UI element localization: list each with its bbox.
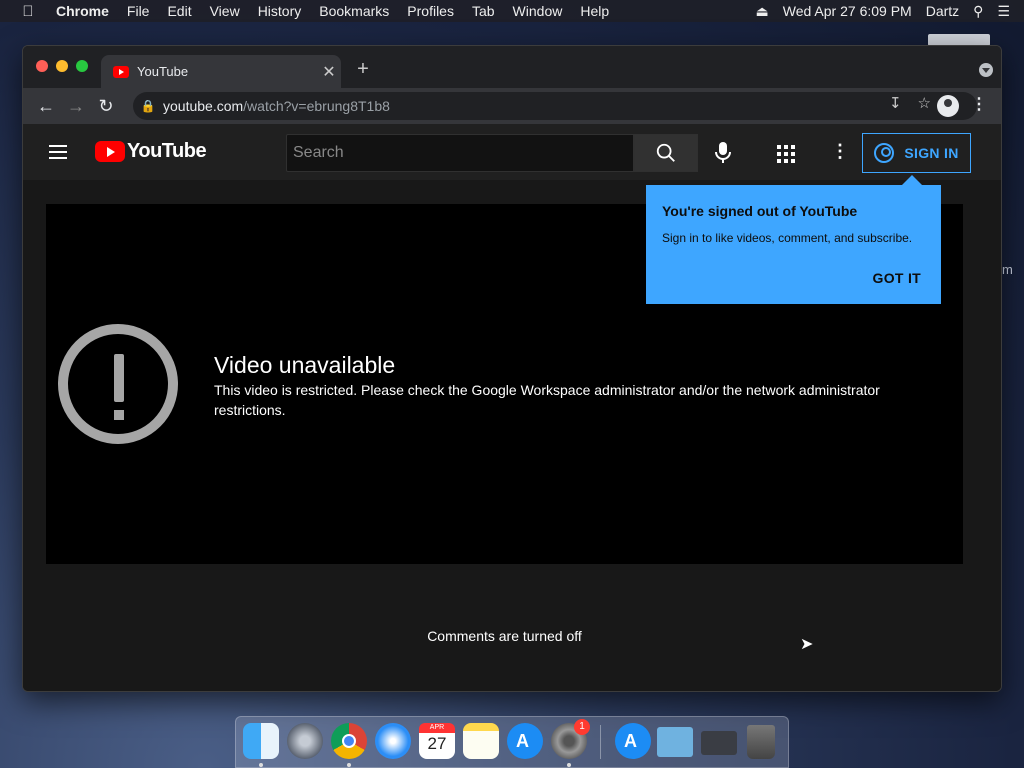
- menu-app-chrome[interactable]: Chrome: [56, 3, 109, 19]
- more-options-icon[interactable]: ⋮: [831, 141, 849, 162]
- comments-status: Comments are turned off: [427, 628, 582, 644]
- sign-in-label: SIGN IN: [904, 145, 959, 161]
- install-app-icon[interactable]: ↧: [889, 94, 902, 112]
- trash-icon[interactable]: [747, 725, 775, 759]
- tooltip-body: Sign in to like videos, comment, and sub…: [662, 231, 913, 245]
- menu-help[interactable]: Help: [580, 3, 609, 19]
- close-window-button[interactable]: [36, 60, 48, 72]
- chrome-window: YouTube ✕ + ← → ↻ 🔒 youtube.com/watch?v=…: [22, 45, 1002, 692]
- menu-profiles[interactable]: Profiles: [407, 3, 454, 19]
- calendar-icon[interactable]: APR 27: [419, 723, 455, 759]
- menubar-user[interactable]: Dartz: [926, 3, 959, 19]
- zoom-window-button[interactable]: [76, 60, 88, 72]
- control-center-icon[interactable]: ☰: [997, 3, 1010, 20]
- chrome-icon[interactable]: [331, 723, 367, 759]
- error-message: This video is restricted. Please check t…: [214, 382, 880, 418]
- safari-icon[interactable]: [375, 723, 411, 759]
- tab-strip: YouTube ✕ +: [23, 46, 1001, 88]
- hamburger-menu-icon[interactable]: [49, 145, 67, 159]
- menubar-clock[interactable]: Wed Apr 27 6:09 PM: [783, 3, 912, 19]
- error-exclamation-icon: [58, 324, 178, 444]
- tab-search-icon[interactable]: [979, 63, 993, 77]
- dock-separator: [600, 725, 601, 759]
- forward-button[interactable]: →: [61, 96, 91, 117]
- menu-tab[interactable]: Tab: [472, 3, 495, 19]
- finder-icon[interactable]: [243, 723, 279, 759]
- tab-youtube[interactable]: YouTube ✕: [101, 55, 341, 88]
- sign-in-button[interactable]: SIGN IN: [862, 133, 971, 173]
- bookmark-star-icon[interactable]: ☆: [918, 94, 931, 112]
- browser-toolbar: ← → ↻ 🔒 youtube.com/watch?v=ebrung8T1b8 …: [23, 88, 1001, 124]
- app-store-icon[interactable]: A: [507, 723, 543, 759]
- calendar-day: 27: [427, 734, 447, 753]
- menu-history[interactable]: History: [258, 3, 302, 19]
- youtube-wordmark: YouTube: [127, 140, 207, 162]
- search-button[interactable]: [634, 134, 698, 172]
- menu-file[interactable]: File: [127, 3, 150, 19]
- screenshot-stack-icon[interactable]: [701, 731, 737, 755]
- spotlight-search-icon[interactable]: ⚲: [973, 3, 983, 20]
- notification-badge: 1: [574, 719, 590, 735]
- system-preferences-running-indicator: [567, 763, 571, 767]
- menu-edit[interactable]: Edit: [167, 3, 191, 19]
- youtube-play-logo-icon: [95, 141, 125, 162]
- microphone-icon[interactable]: [715, 142, 731, 169]
- calendar-month: APR: [419, 723, 455, 733]
- eject-icon[interactable]: ⏏: [756, 3, 769, 20]
- new-tab-button[interactable]: +: [353, 58, 373, 81]
- desktop-edge-text: m: [1002, 262, 1013, 277]
- menu-view[interactable]: View: [210, 3, 240, 19]
- reload-button[interactable]: ↻: [91, 96, 121, 117]
- menu-window[interactable]: Window: [513, 3, 563, 19]
- youtube-masthead: YouTube Search ⋮ SIGN IN: [23, 124, 1001, 180]
- menu-bar:  Chrome File Edit View History Bookmark…: [0, 0, 1024, 22]
- apps-grid-icon[interactable]: [777, 145, 795, 163]
- dock: APR 27 A 1 A: [235, 716, 789, 768]
- chrome-running-indicator: [347, 763, 351, 767]
- finder-running-indicator: [259, 763, 263, 767]
- minimize-window-button[interactable]: [56, 60, 68, 72]
- back-button[interactable]: ←: [31, 96, 61, 117]
- search-icon: [656, 143, 675, 162]
- got-it-button[interactable]: GOT IT: [873, 270, 921, 286]
- downloads-folder-icon[interactable]: [657, 727, 693, 757]
- apple-menu-icon[interactable]: : [0, 3, 56, 20]
- close-tab-icon[interactable]: ✕: [317, 62, 341, 82]
- search-input[interactable]: Search: [286, 134, 634, 172]
- profile-avatar-icon[interactable]: [937, 95, 959, 117]
- youtube-logo[interactable]: YouTube: [95, 140, 207, 163]
- lock-icon[interactable]: 🔒: [133, 99, 163, 113]
- menu-bookmarks[interactable]: Bookmarks: [319, 3, 389, 19]
- notes-icon[interactable]: [463, 723, 499, 759]
- url-path: /watch?v=ebrung8T1b8: [243, 98, 390, 114]
- tooltip-title: You're signed out of YouTube: [662, 203, 858, 219]
- chrome-menu-icon[interactable]: ⋮: [971, 94, 987, 114]
- launchpad-icon[interactable]: [287, 723, 323, 759]
- address-bar[interactable]: 🔒 youtube.com/watch?v=ebrung8T1b8: [133, 92, 977, 120]
- account-circle-icon: [874, 143, 895, 163]
- tab-title: YouTube: [137, 64, 189, 79]
- mouse-pointer-icon: ➤: [800, 636, 814, 653]
- url-host: youtube.com: [163, 98, 244, 114]
- signed-out-tooltip: You're signed out of YouTube Sign in to …: [646, 175, 941, 304]
- app-store-folder-icon[interactable]: A: [615, 723, 651, 759]
- youtube-favicon-icon: [113, 65, 129, 78]
- error-title: Video unavailable: [214, 352, 396, 378]
